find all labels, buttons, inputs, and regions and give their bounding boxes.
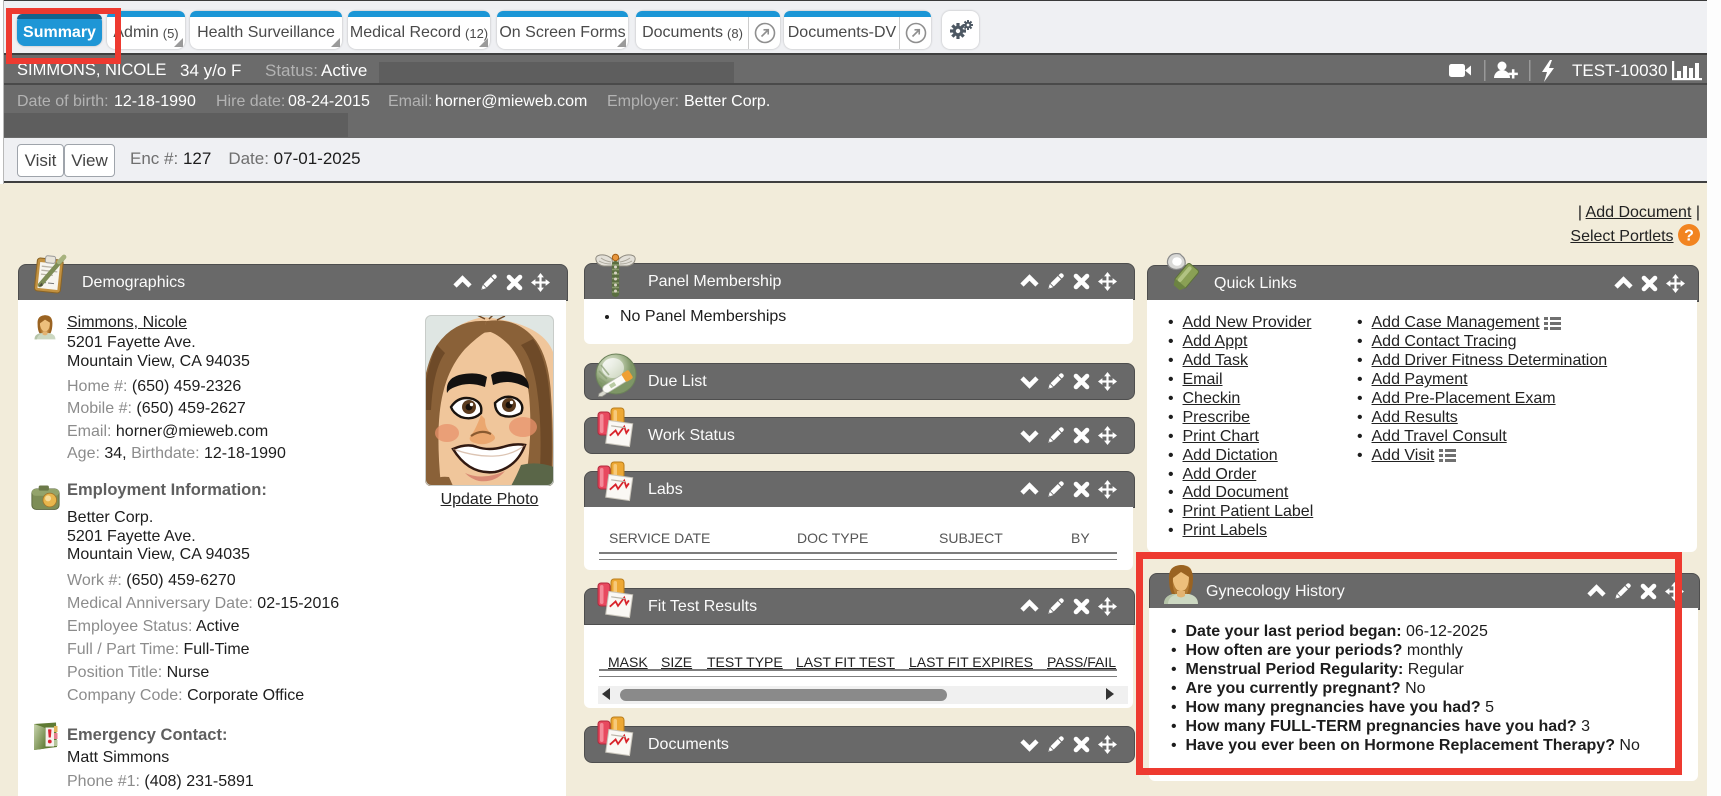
svg-text:?: ?	[1684, 228, 1694, 245]
